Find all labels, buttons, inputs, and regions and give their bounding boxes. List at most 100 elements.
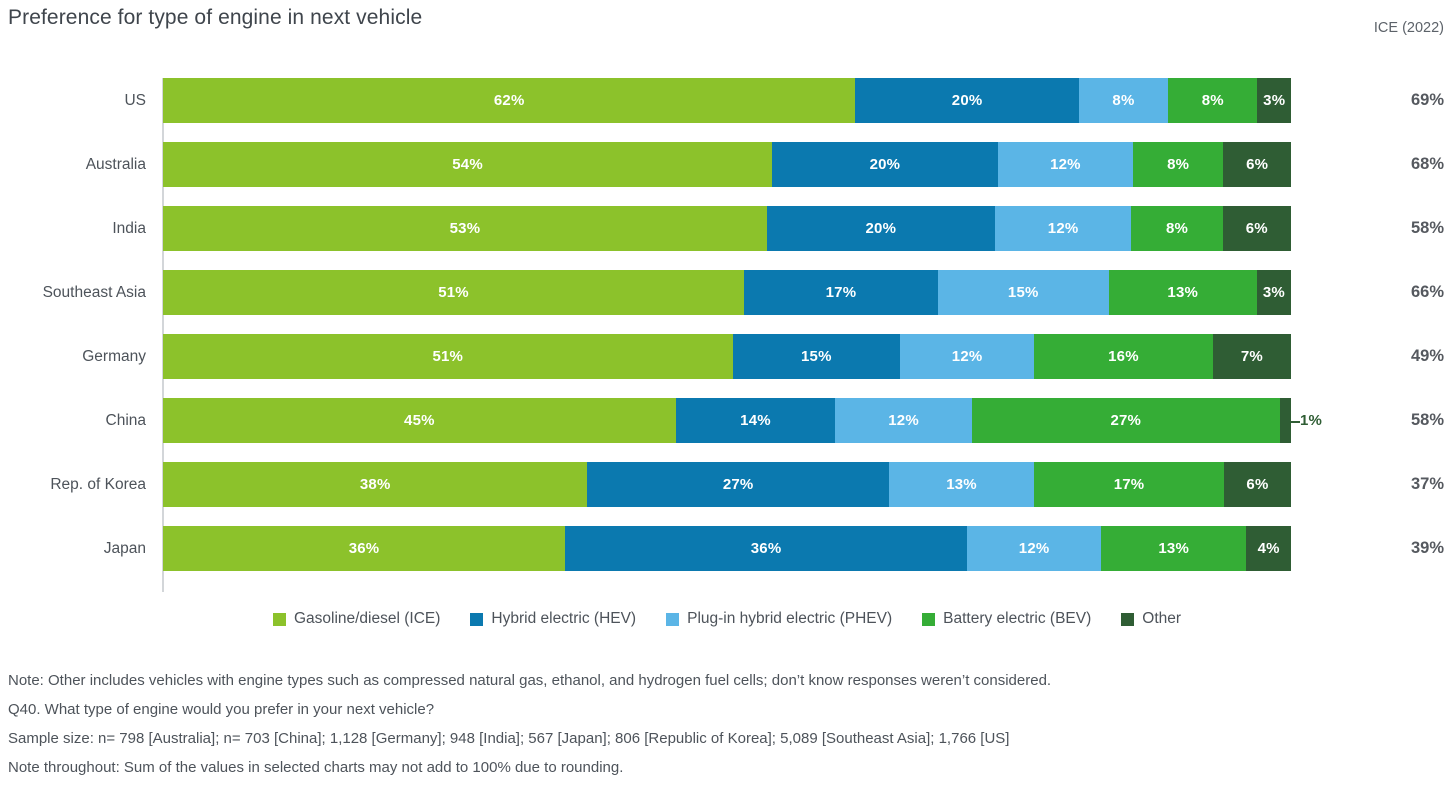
stacked-bar: 51% 15% 12% 16% 7% xyxy=(163,334,1291,379)
bar-segment[interactable]: 17% xyxy=(1034,462,1224,507)
legend-item[interactable]: Gasoline/diesel (ICE) xyxy=(272,610,440,628)
legend-item[interactable]: Battery electric (BEV) xyxy=(922,610,1091,628)
category-label-australia: Australia xyxy=(85,156,146,173)
segment-value-label: 3% xyxy=(1263,92,1286,109)
bar-segment[interactable]: 51% xyxy=(163,270,745,315)
legend-swatch-icon xyxy=(922,612,936,626)
segment-value-label: 8% xyxy=(1112,92,1135,109)
bar-segment[interactable]: 12% xyxy=(835,398,972,443)
bar-segment[interactable]: 12% xyxy=(994,206,1132,251)
bar-segment[interactable]: 8% xyxy=(1133,142,1224,187)
bar-segment[interactable]: 27% xyxy=(587,462,889,507)
bar-segment[interactable]: 8% xyxy=(1078,78,1169,123)
bar-segment[interactable]: 53% xyxy=(163,206,767,251)
segment-value-label: 15% xyxy=(801,348,832,365)
category-label-rep-of-korea: Rep. of Korea xyxy=(50,476,146,493)
bar-segment[interactable]: 12% xyxy=(900,334,1035,379)
stacked-bar: 36% 36% 12% 13% 4% xyxy=(163,526,1291,571)
page-title: Preference for type of engine in next ve… xyxy=(8,6,423,29)
segment-value-label: 36% xyxy=(750,540,782,557)
footnote-line: Note: Other includes vehicles with engin… xyxy=(8,672,1052,689)
segment-value-label: 12% xyxy=(1018,540,1050,557)
segment-value-label: 3% xyxy=(1262,284,1285,301)
segment-value-label: 45% xyxy=(404,412,435,429)
segment-value-label: 36% xyxy=(348,540,380,557)
legend-item[interactable]: Plug-in hybrid electric (PHEV) xyxy=(666,610,892,628)
bar-segment[interactable]: 13% xyxy=(1108,270,1257,315)
legend-swatch-icon xyxy=(666,612,680,626)
legend-swatch-icon xyxy=(1121,612,1135,626)
segment-value-label: 13% xyxy=(1158,540,1190,557)
row-total-ice-2022: 68% xyxy=(1410,155,1444,173)
segment-value-label: 1% xyxy=(1299,412,1323,429)
bar-segment[interactable]: 8% xyxy=(1168,78,1258,123)
bar-segment[interactable]: 20% xyxy=(772,142,998,187)
footnote-line: Q40. What type of engine would you prefe… xyxy=(8,701,435,718)
footnotes: Note: Other includes vehicles with engin… xyxy=(8,666,1448,782)
bar-segment[interactable]: 20% xyxy=(766,206,995,251)
segment-value-label: 13% xyxy=(946,476,977,493)
bar-segment[interactable]: 27% xyxy=(971,398,1280,443)
segment-value-label: 12% xyxy=(951,348,983,365)
chart-row: Japan 36% 36% 12% 13% 4% 39% xyxy=(0,526,1454,590)
bar-segment[interactable]: 36% xyxy=(565,526,968,571)
segment-value-label: 13% xyxy=(1167,284,1199,301)
bar-segment[interactable]: 13% xyxy=(888,462,1035,507)
bar-segment[interactable]: 15% xyxy=(732,334,901,379)
segment-value-label: 27% xyxy=(722,476,754,493)
segment-value-label: 51% xyxy=(432,348,464,365)
bar-segment[interactable]: 12% xyxy=(967,526,1102,571)
row-total-ice-2022: 39% xyxy=(1410,539,1444,557)
legend-item[interactable]: Hybrid electric (HEV) xyxy=(470,610,636,628)
bar-segment[interactable]: 12% xyxy=(997,142,1134,187)
category-label-germany: Germany xyxy=(82,348,146,365)
chart-row: Southeast Asia 51% 17% 15% 13% 3% 66% xyxy=(0,270,1454,334)
callout-leader-line xyxy=(1290,420,1300,423)
segment-value-label: 7% xyxy=(1240,348,1263,365)
footnote-line: Sample size: n= 798 [Australia]; n= 703 … xyxy=(8,730,1010,747)
bar-segment[interactable]: 6% xyxy=(1223,142,1291,187)
segment-value-label: 20% xyxy=(865,220,897,237)
bar-segment[interactable]: 17% xyxy=(744,270,938,315)
chart-row: Rep. of Korea 38% 27% 13% 17% 6% 37% xyxy=(0,462,1454,526)
segment-value-label: 17% xyxy=(825,284,857,301)
legend-item[interactable]: Other xyxy=(1121,610,1181,628)
bar-segment[interactable]: 3% xyxy=(1256,270,1291,315)
bar-segment[interactable]: 38% xyxy=(163,462,588,507)
category-label-japan: Japan xyxy=(103,540,146,557)
bar-segment[interactable]: 6% xyxy=(1222,206,1291,251)
stacked-bar: 38% 27% 13% 17% 6% xyxy=(163,462,1291,507)
segment-value-label: 20% xyxy=(951,92,983,109)
segment-value-label: 12% xyxy=(1050,156,1081,173)
bar-segment[interactable]: 16% xyxy=(1034,334,1213,379)
chart-row: China 45% 14% 12% 27% 1% 58% xyxy=(0,398,1454,462)
row-total-ice-2022: 58% xyxy=(1410,411,1444,429)
bar-segment[interactable]: 36% xyxy=(163,526,566,571)
row-total-ice-2022: 58% xyxy=(1410,219,1444,237)
bar-segment[interactable]: 54% xyxy=(163,142,773,187)
segment-value-label: 6% xyxy=(1246,156,1269,173)
bar-segment[interactable]: 62% xyxy=(163,78,856,123)
segment-value-label: 54% xyxy=(452,156,483,173)
bar-segment[interactable]: 51% xyxy=(163,334,733,379)
legend-label: Hybrid electric (HEV) xyxy=(491,610,637,627)
row-total-ice-2022: 49% xyxy=(1410,347,1444,365)
bar-segment[interactable]: 13% xyxy=(1101,526,1247,571)
chart-row: Australia 54% 20% 12% 8% 6% 68% xyxy=(0,142,1454,206)
stacked-bar: 51% 17% 15% 13% 3% xyxy=(163,270,1291,315)
bar-segment[interactable]: 45% xyxy=(163,398,676,443)
bar-segment[interactable]: 8% xyxy=(1131,206,1223,251)
bar-segment[interactable]: 7% xyxy=(1212,334,1291,379)
category-label-china: China xyxy=(105,412,147,429)
chart-legend: Gasoline/diesel (ICE) Hybrid electric (HE… xyxy=(0,610,1454,628)
row-total-ice-2022: 69% xyxy=(1410,91,1444,109)
bar-segment[interactable]: 6% xyxy=(1223,462,1291,507)
bar-segment[interactable]: 20% xyxy=(855,78,1079,123)
bar-segment[interactable]: 14% xyxy=(675,398,836,443)
bar-segment[interactable]: 1% xyxy=(1279,398,1322,443)
bar-segment[interactable]: 3% xyxy=(1257,78,1291,123)
ice-column-header: ICE (2022) xyxy=(1373,20,1444,36)
segment-value-label: 53% xyxy=(449,220,481,237)
bar-segment[interactable]: 15% xyxy=(937,270,1109,315)
bar-segment[interactable]: 4% xyxy=(1246,526,1291,571)
